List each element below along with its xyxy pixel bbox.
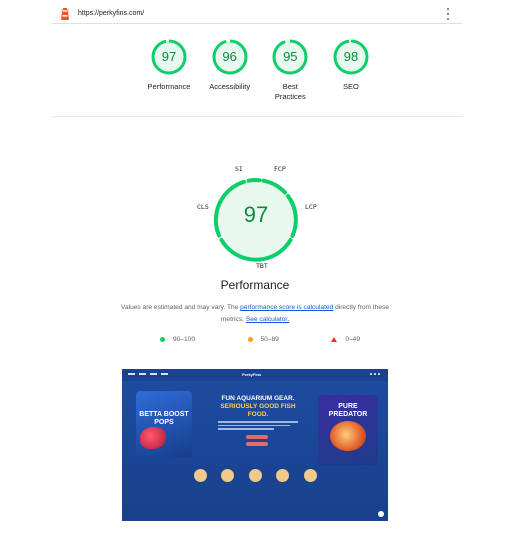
feature-icon <box>193 469 207 482</box>
feature-item <box>273 469 293 485</box>
score-note: Values are estimated and may vary. The p… <box>120 302 390 326</box>
page-url: https://perkyfins.com/ <box>78 10 145 17</box>
kebab-menu-icon[interactable] <box>447 8 450 20</box>
gauge-performance[interactable]: 97 Performance <box>140 38 198 102</box>
feature-icon <box>221 469 234 482</box>
gauge-best-practices[interactable]: 95 Best Practices <box>261 38 319 102</box>
score-label: Accessibility <box>209 82 251 91</box>
red-triangle-icon <box>331 337 338 342</box>
legend-range: 50–89 <box>260 336 279 343</box>
gauge-seo[interactable]: 98 SEO <box>322 38 380 102</box>
chat-bubble-icon <box>378 511 384 517</box>
preview-left-product-name: BETTA BOOST POPS <box>139 411 189 426</box>
preview-logo: PerkyFins <box>242 372 262 377</box>
score-legend: 90–100 50–89 0–49 <box>160 336 360 343</box>
metric-label-lcp: LCP <box>305 203 317 211</box>
score-label: SEO <box>343 82 359 91</box>
orange-circle-icon <box>247 337 253 342</box>
legend-fail: 0–49 <box>331 336 360 343</box>
score-label: Performance <box>147 82 191 91</box>
score-label: Best Practices <box>274 82 306 101</box>
lighthouse-icon <box>61 7 69 20</box>
preview-cta-button <box>246 435 268 439</box>
legend-range: 0–49 <box>345 336 360 343</box>
legend-range: 90–100 <box>173 336 196 343</box>
legend-pass: 90–100 <box>160 336 195 343</box>
feature-item <box>300 469 320 485</box>
feature-icon <box>248 469 262 482</box>
preview-subtext <box>218 421 298 431</box>
preview-nav-links <box>128 373 168 375</box>
feature-icon <box>303 469 317 482</box>
preview-navbar: PerkyFins <box>122 369 388 381</box>
legend-average: 50–89 <box>247 336 279 343</box>
metric-label-si: SI <box>235 165 243 173</box>
performance-score-link[interactable]: performance score is calculated <box>240 304 333 311</box>
feature-item <box>245 469 265 485</box>
preview-nav-icons <box>370 373 380 375</box>
preview-left-product: BETTA BOOST POPS <box>136 391 192 457</box>
feature-icon <box>276 469 289 482</box>
metric-label-tbt: TBT <box>256 262 268 270</box>
gauge-accessibility[interactable]: 96 Accessibility <box>201 38 259 102</box>
metric-label-fcp: FCP <box>274 165 286 173</box>
feature-item <box>218 469 238 485</box>
headline-line: FUN AQUARIUM GEAR. <box>221 395 295 402</box>
score-value: 97 <box>161 49 177 64</box>
performance-title: Performance <box>220 278 290 292</box>
feature-item <box>190 469 210 485</box>
see-calculator-link[interactable]: See calculator. <box>246 316 289 323</box>
score-value: 95 <box>283 49 298 64</box>
headline-line: FOOD. <box>247 411 269 418</box>
metric-label-cls: CLS <box>197 203 209 211</box>
fish-image <box>330 421 366 451</box>
preview-cta-button <box>246 442 268 446</box>
preview-right-product-name: PURE PREDATOR <box>328 403 368 418</box>
note-text: Values are estimated and may vary. The <box>121 304 241 311</box>
top-bar: https://perkyfins.com/ <box>52 4 462 24</box>
preview-headline: FUN AQUARIUM GEAR. SERIOUSLY GOOD FISH F… <box>208 395 308 419</box>
score-value: 96 <box>222 49 237 64</box>
preview-right-product: PURE PREDATOR <box>318 395 378 465</box>
green-circle-icon <box>160 337 165 342</box>
page-screenshot-preview[interactable]: PerkyFins BETTA BOOST POPS FUN AQUARIUM … <box>122 369 388 521</box>
preview-feature-icons <box>190 469 320 485</box>
category-scores: 97 Performance 96 Accessibility 95 Best … <box>140 38 380 102</box>
headline-line: SERIOUSLY GOOD FISH <box>220 403 296 410</box>
fish-image <box>140 427 166 449</box>
score-value: 98 <box>343 49 359 64</box>
divider <box>52 116 462 117</box>
